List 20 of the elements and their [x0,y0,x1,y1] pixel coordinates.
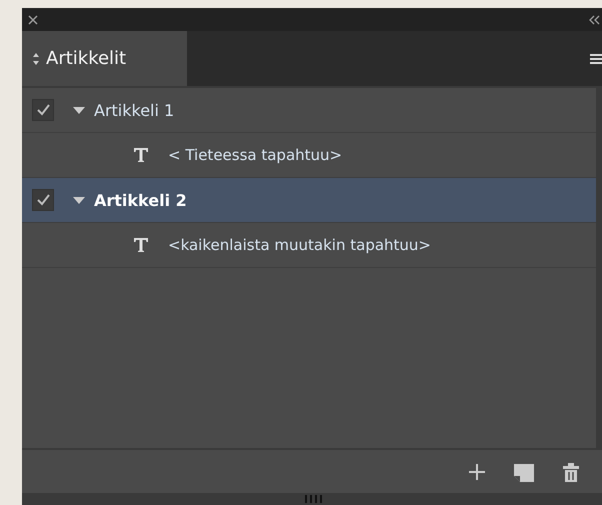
menu-icon [590,52,602,66]
checkmark-icon [36,104,50,116]
checkbox[interactable] [32,99,54,121]
collapse-icon [588,14,600,24]
text-frame-icon [134,238,148,252]
add-icon [468,462,486,480]
article-title: Artikkeli 2 [94,190,187,210]
story-label: < Tieteessa tapahtuu> [168,146,342,164]
close-icon [28,14,38,24]
panel-tab[interactable]: Artikkelit [22,31,187,86]
checkbox[interactable] [32,189,54,211]
grip-icon [304,495,324,503]
trash-icon [562,462,580,482]
text-frame-icon [134,148,148,162]
checkmark-icon [36,194,50,206]
sort-icon [32,50,40,66]
story-label: <kaikenlaista muutakin tapahtuu> [168,236,432,254]
article-row[interactable]: Artikkeli 2 [22,178,596,223]
page-icon [514,462,534,482]
article-title: Artikkeli 1 [94,100,174,120]
